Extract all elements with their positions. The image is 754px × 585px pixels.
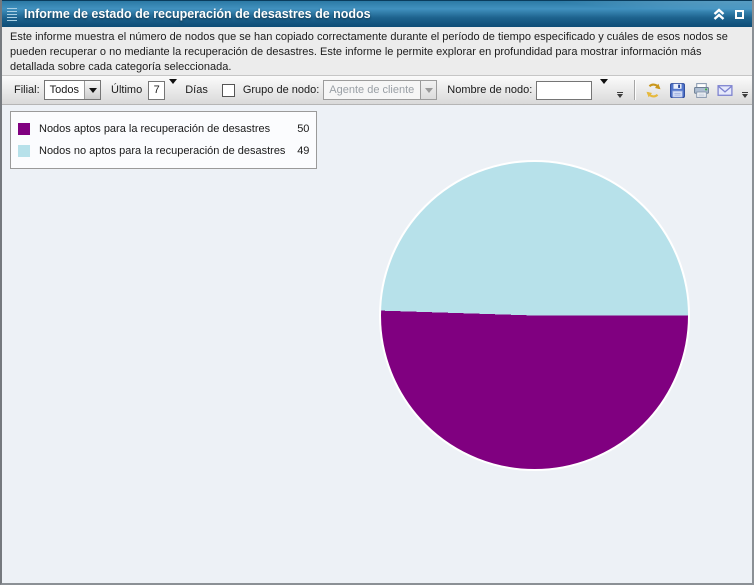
report-panel: Informe de estado de recuperación de des… <box>0 0 754 585</box>
legend-label: Nodos no aptos para la recuperación de d… <box>39 145 286 157</box>
legend-swatch-eligible <box>18 123 30 135</box>
maximize-icon[interactable] <box>735 9 744 19</box>
node-name-input[interactable] <box>536 80 593 100</box>
node-name-label: Nombre de nodo: <box>447 84 533 96</box>
toolbar-overflow-icon[interactable] <box>617 92 624 98</box>
refresh-button[interactable] <box>642 79 664 101</box>
page-title: Informe de estado de recuperación de des… <box>24 7 371 21</box>
node-group-select-arrow-icon <box>420 81 437 99</box>
legend-item-not-eligible: Nodos no aptos para la recuperación de d… <box>18 140 309 162</box>
legend-swatch-not-eligible <box>18 145 30 157</box>
days-value-box[interactable]: 7 <box>148 80 166 100</box>
legend-label: Nodos aptos para la recuperación de desa… <box>39 123 271 135</box>
node-group-select-value: Agente de cliente <box>329 84 415 96</box>
save-icon <box>669 82 685 98</box>
branch-label: Filial: <box>14 84 40 96</box>
print-button[interactable] <box>690 79 712 101</box>
node-name-dropdown-icon[interactable] <box>600 79 609 96</box>
legend-item-eligible: Nodos aptos para la recuperación de desa… <box>18 118 309 140</box>
chart-legend: Nodos aptos para la recuperación de desa… <box>10 111 318 169</box>
node-group-checkbox[interactable] <box>221 83 235 97</box>
save-button[interactable] <box>666 79 688 101</box>
legend-value: 49 <box>297 145 310 157</box>
titlebar: Informe de estado de recuperación de des… <box>2 0 752 27</box>
email-icon <box>717 84 733 96</box>
node-group-label: Grupo de nodo: <box>242 84 320 96</box>
toolbar-separator <box>634 80 636 100</box>
branch-select-value: Todos <box>49 84 80 96</box>
window-controls <box>712 7 744 21</box>
legend-value: 50 <box>297 123 310 135</box>
days-dropdown-icon[interactable] <box>169 79 178 96</box>
action-icons <box>627 79 748 101</box>
collapse-icon[interactable] <box>712 7 726 21</box>
days-label: Días <box>185 84 208 96</box>
actions-overflow-icon[interactable] <box>742 92 748 98</box>
refresh-icon <box>645 83 661 97</box>
report-description: Este informe muestra el número de nodos … <box>2 27 752 76</box>
pie-chart[interactable] <box>379 160 690 471</box>
drag-grip-icon[interactable] <box>7 7 17 21</box>
branch-select-arrow-icon[interactable] <box>84 81 101 99</box>
filter-toolbar: Filial: Todos Último 7 Días Grupo de nod… <box>2 76 752 105</box>
node-group-select: Agente de cliente <box>323 80 438 100</box>
print-icon <box>693 82 709 98</box>
chart-area: Nodos aptos para la recuperación de desa… <box>2 105 752 583</box>
last-label: Último <box>111 84 143 96</box>
email-button[interactable] <box>714 79 736 101</box>
branch-select[interactable]: Todos <box>43 80 102 100</box>
